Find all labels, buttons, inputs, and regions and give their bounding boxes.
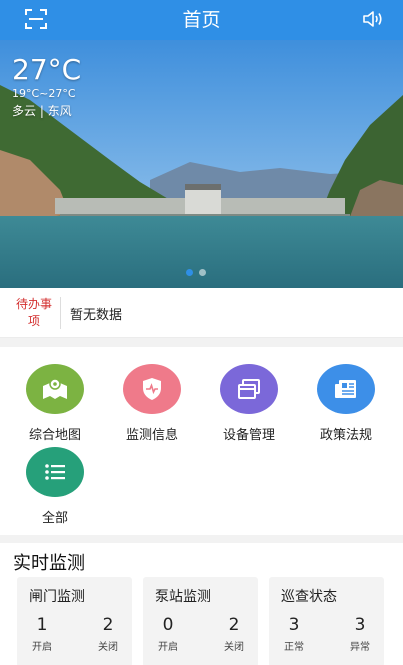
stat-label: 开启 — [158, 642, 178, 653]
section-divider — [0, 338, 403, 347]
shortcut-label: 政策法规 — [319, 428, 372, 443]
shortcut-monitor-info[interactable]: 监测信息 — [102, 364, 202, 443]
weather-widget: 27°C 19°C~27°C 多云 | 东风 — [12, 54, 81, 119]
weather-condition: 多云 | 东风 — [12, 104, 72, 118]
banner-carousel[interactable]: 27°C 19°C~27°C 多云 | 东风 — [0, 40, 403, 288]
newspaper-icon — [317, 364, 375, 414]
card-title: 闸门监测 — [29, 589, 85, 605]
stat-value: 2 — [228, 615, 240, 635]
todo-message: 暂无数据 — [70, 308, 123, 323]
stat-label: 开启 — [32, 642, 52, 653]
speaker-icon[interactable] — [361, 7, 385, 31]
stat-value: 0 — [162, 615, 174, 635]
shortcut-all[interactable]: 全部 — [5, 447, 105, 526]
stat-label: 关闭 — [224, 642, 244, 653]
card-gate-monitor[interactable]: 闸门监测 1 开启 2 关闭 — [17, 577, 132, 665]
stat-label: 关闭 — [98, 642, 118, 653]
stat-value: 3 — [288, 615, 300, 635]
list-icon — [26, 447, 84, 497]
page-title: 首页 — [182, 9, 221, 31]
section-divider — [0, 535, 403, 543]
shortcut-policy[interactable]: 政策法规 — [296, 364, 396, 443]
shield-pulse-icon — [123, 364, 181, 414]
divider — [60, 297, 61, 329]
shortcut-map[interactable]: 综合地图 — [5, 364, 105, 443]
weather-temperature: 27°C — [12, 53, 82, 86]
map-icon — [26, 364, 84, 414]
stat-value: 3 — [354, 615, 366, 635]
section-title: 实时监测 — [13, 553, 85, 574]
stat-label: 正常 — [284, 642, 304, 653]
card-title: 巡查状态 — [281, 589, 337, 605]
top-bar: 首页 — [0, 0, 403, 40]
todo-bar[interactable]: 待办事项 暂无数据 — [0, 288, 403, 338]
todo-tag: 待办事项 — [15, 297, 52, 328]
shortcut-label: 设备管理 — [222, 428, 275, 443]
card-title: 泵站监测 — [155, 589, 211, 605]
carousel-dot[interactable] — [199, 269, 206, 276]
card-pump-monitor[interactable]: 泵站监测 0 开启 2 关闭 — [143, 577, 258, 665]
shortcut-label: 监测信息 — [125, 428, 178, 443]
carousel-dot[interactable] — [186, 269, 193, 276]
carousel-indicator — [186, 269, 206, 276]
shortcut-grid: 综合地图 监测信息 设备管理 政策法规 全部 — [0, 347, 403, 535]
windows-icon — [220, 364, 278, 414]
card-patrol-status[interactable]: 巡查状态 3 正常 3 异常 — [269, 577, 384, 665]
shortcut-label: 全部 — [41, 511, 68, 526]
stat-label: 异常 — [350, 642, 370, 653]
stat-value: 1 — [36, 615, 48, 635]
shortcut-device[interactable]: 设备管理 — [199, 364, 299, 443]
shortcut-label: 综合地图 — [28, 428, 81, 443]
weather-range: 19°C~27°C — [12, 87, 76, 100]
stat-value: 2 — [102, 615, 114, 635]
